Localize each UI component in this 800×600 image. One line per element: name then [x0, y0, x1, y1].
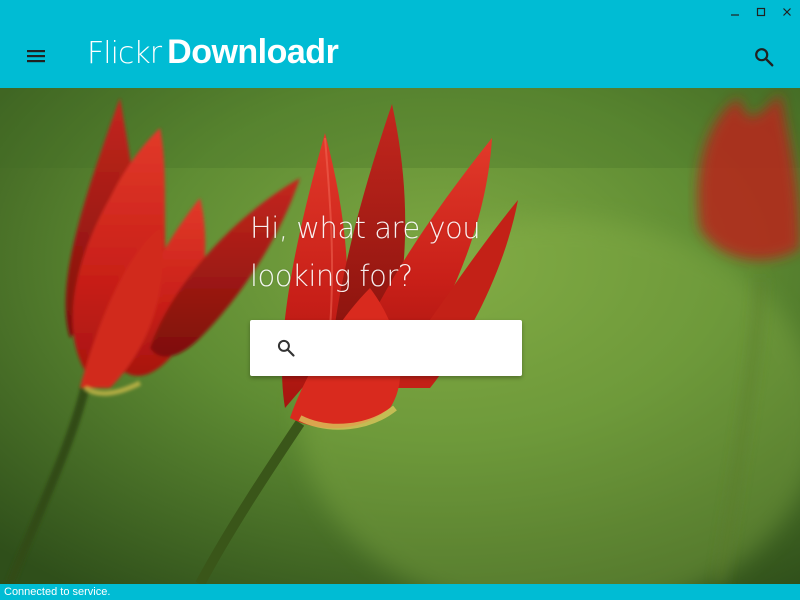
close-icon: [783, 8, 791, 16]
window-controls: [722, 0, 800, 24]
brand-light-text: Flickr: [87, 36, 162, 71]
minimize-icon: [731, 14, 739, 16]
hero-headline: Hi, what are you looking for?: [250, 204, 570, 300]
minimize-button[interactable]: [722, 0, 748, 24]
headline-line-2: looking for?: [250, 259, 413, 293]
search-icon: [274, 336, 298, 360]
hero-section: Hi, what are you looking for?: [0, 88, 800, 584]
menu-icon: [27, 50, 45, 63]
brand-bold-text: Downloadr: [167, 33, 339, 71]
search-input[interactable]: [310, 328, 517, 368]
close-button[interactable]: [774, 0, 800, 24]
app-title: Flickr Downloadr: [87, 32, 339, 72]
app-bar: Flickr Downloadr: [0, 0, 800, 88]
hero-search-box[interactable]: [250, 320, 522, 376]
appbar-search-button[interactable]: [748, 41, 780, 73]
menu-button[interactable]: [20, 41, 52, 71]
status-bar: Connected to service.: [0, 584, 800, 600]
maximize-icon: [756, 7, 766, 17]
maximize-button[interactable]: [748, 0, 774, 24]
search-icon: [755, 48, 774, 67]
headline-line-1: Hi, what are you: [250, 211, 481, 245]
